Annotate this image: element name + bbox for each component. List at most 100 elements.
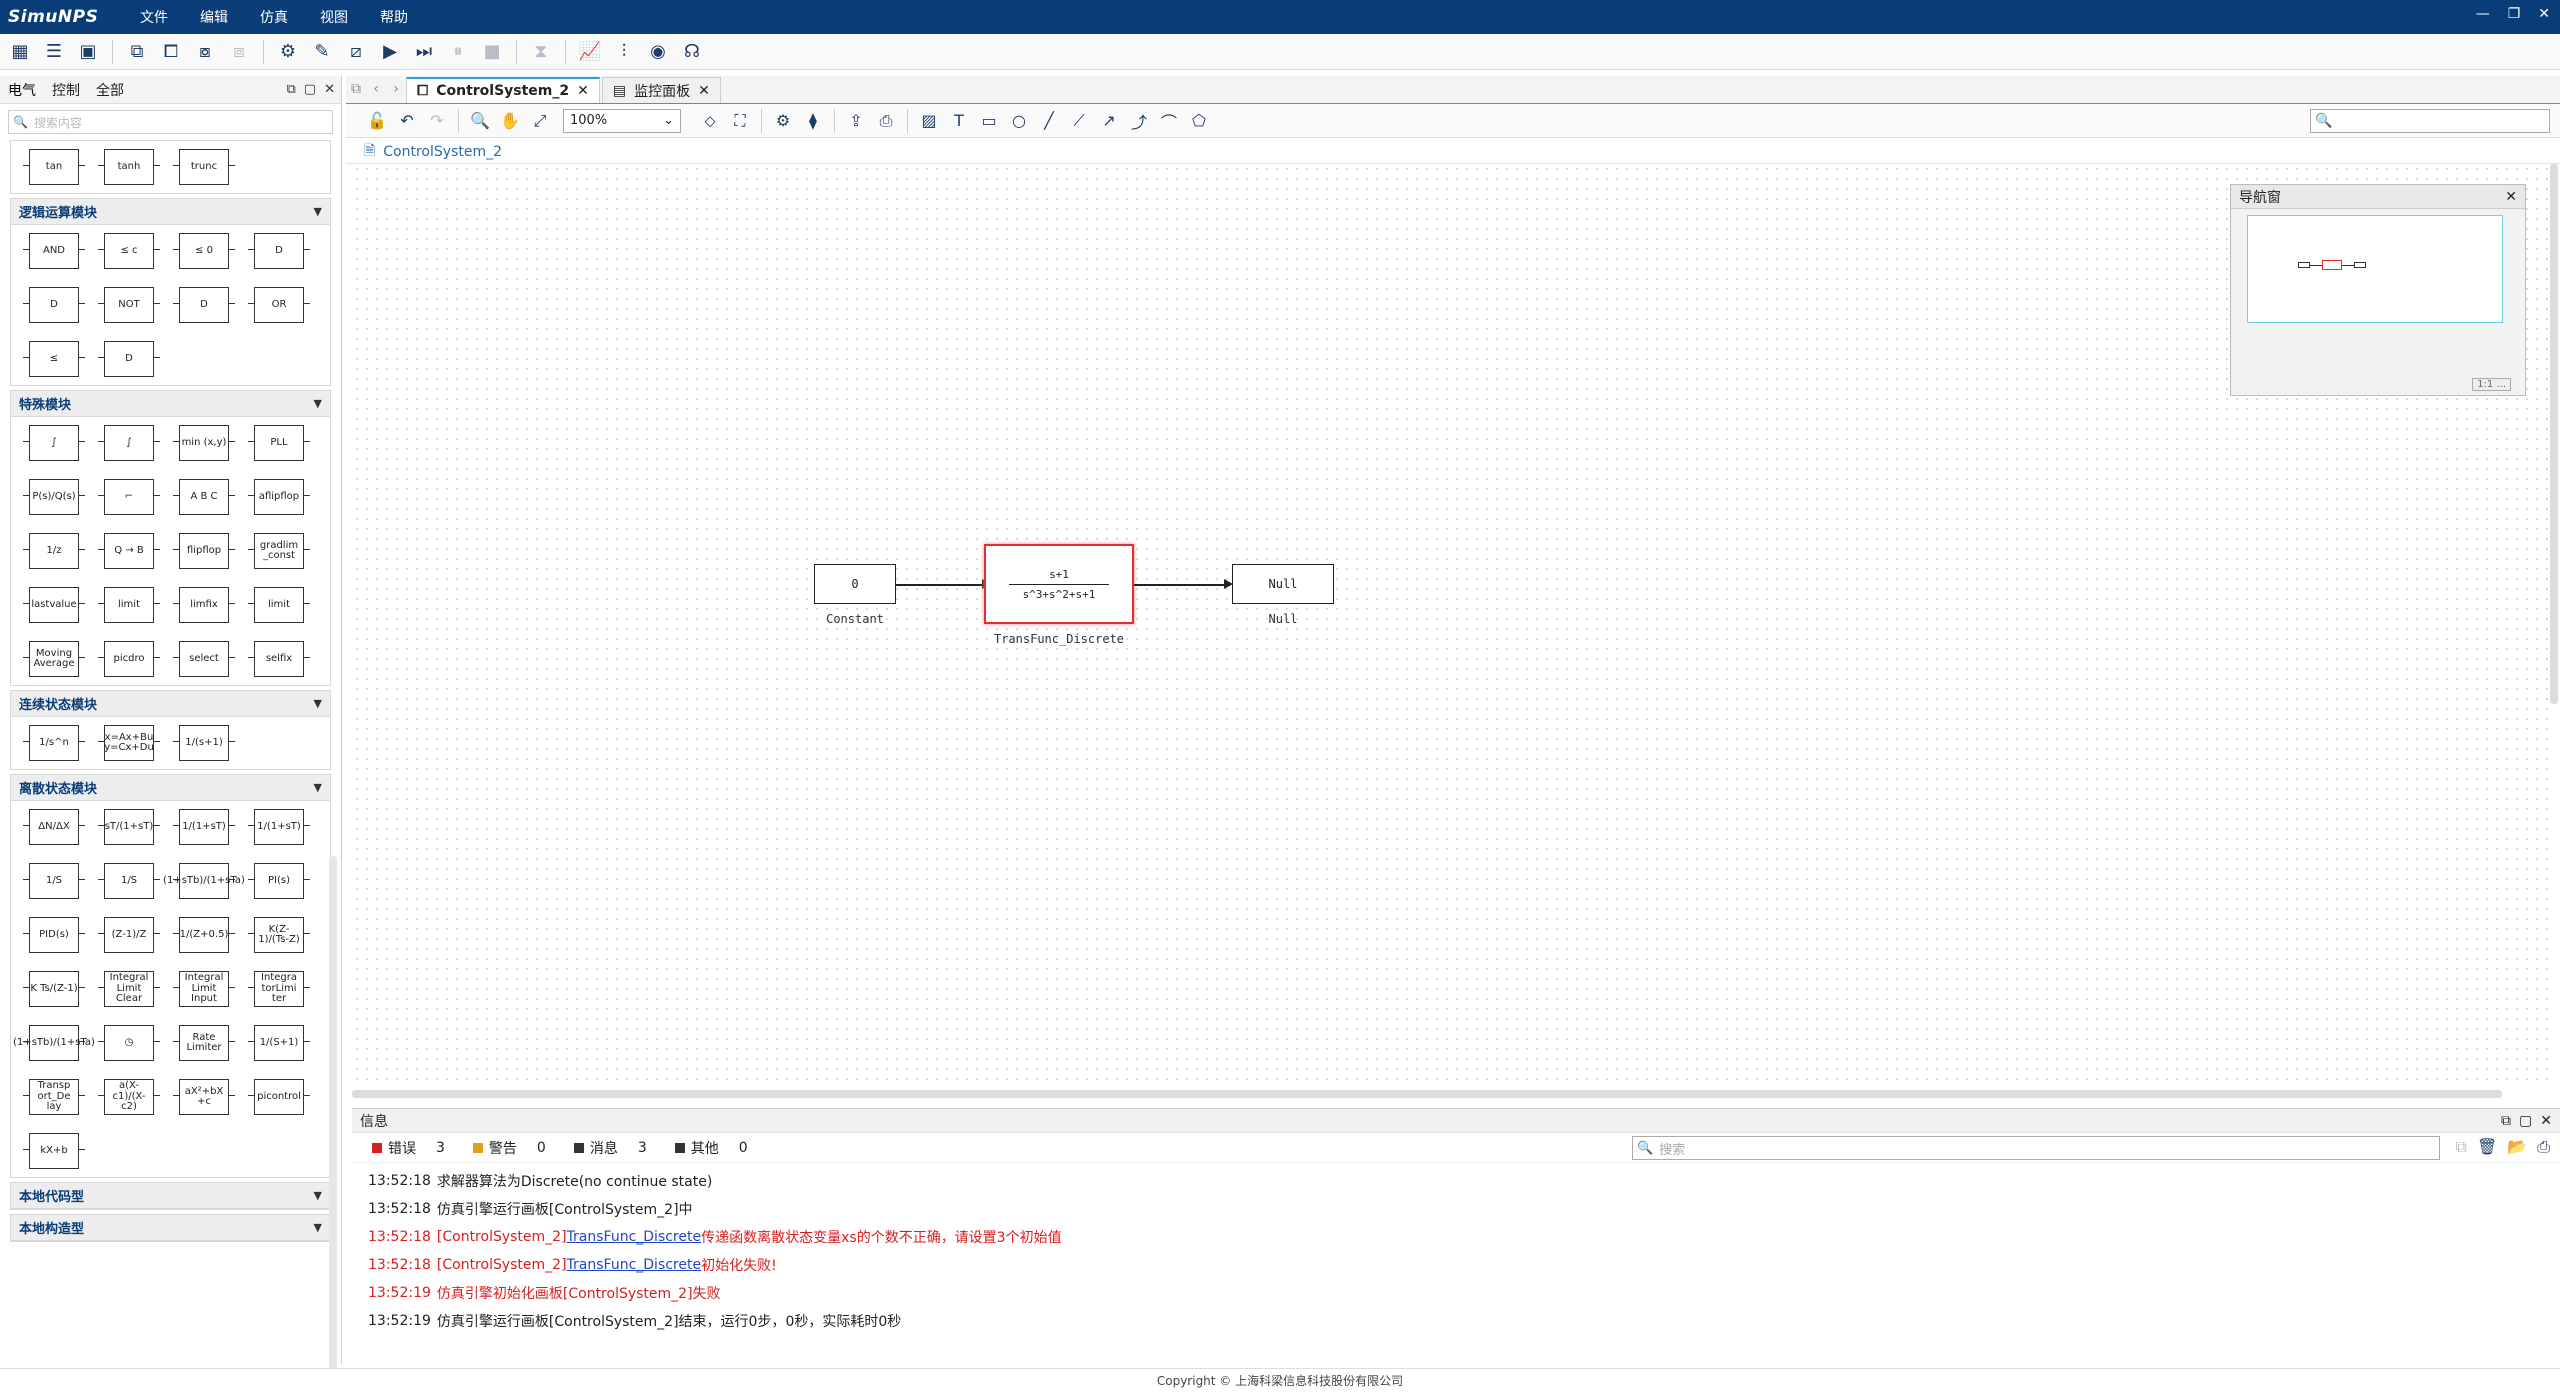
collapse-caret-icon[interactable]: ▼: [314, 397, 322, 410]
zoom-select[interactable]: 100% ⌄: [563, 108, 681, 133]
list-icon[interactable]: ☰: [40, 38, 68, 66]
chevron-right-icon[interactable]: ›: [386, 81, 406, 97]
tab-monitor-panel[interactable]: ▤ 监控面板 ✕: [601, 77, 721, 103]
section-header[interactable]: 逻辑运算模块 ▼: [11, 199, 330, 225]
pause-icon[interactable]: ⏸: [444, 38, 472, 66]
float-panel-icon[interactable]: ⧉: [287, 82, 296, 97]
trash-icon[interactable]: 🗑: [2477, 1137, 2497, 1157]
library-block[interactable]: ⌐: [98, 479, 160, 515]
library-block[interactable]: limit: [98, 587, 160, 623]
close-icon[interactable]: ✕: [698, 83, 710, 99]
library-block[interactable]: D: [23, 287, 85, 323]
library-block[interactable]: limit: [248, 587, 310, 623]
library-block[interactable]: Integral Limit Clear: [98, 971, 160, 1007]
stop-icon[interactable]: ■: [478, 38, 506, 66]
library-block[interactable]: 1/(1+sT): [248, 809, 310, 845]
print-icon[interactable]: ⎙: [873, 108, 899, 134]
library-block[interactable]: picdro: [98, 641, 160, 677]
library-block[interactable]: 1/z: [23, 533, 85, 569]
section-local-code[interactable]: 本地代码型 ▼: [10, 1182, 331, 1210]
library-block[interactable]: D: [248, 233, 310, 269]
library-block[interactable]: tanh: [98, 149, 160, 185]
compile-icon[interactable]: ⧄: [342, 38, 370, 66]
navigator-viewport[interactable]: [2247, 215, 2503, 323]
menu-view[interactable]: 视图: [310, 7, 358, 27]
parameter-icon[interactable]: ⫶: [610, 38, 638, 66]
section-local-construct[interactable]: 本地构造型 ▼: [10, 1214, 331, 1242]
library-block[interactable]: trunc: [173, 149, 235, 185]
filter-others[interactable]: 其他 0: [674, 1138, 748, 1158]
tab-control[interactable]: 控制: [44, 80, 88, 100]
library-block[interactable]: x=Ax+Bu y=Cx+Du: [98, 725, 160, 761]
panel-icon[interactable]: ▣: [74, 38, 102, 66]
library-block[interactable]: kX+b: [23, 1133, 85, 1169]
circle-icon[interactable]: ○: [1006, 108, 1032, 134]
library-block[interactable]: sT/(1+sT): [98, 809, 160, 845]
maximize-panel-icon[interactable]: ▢: [304, 82, 316, 97]
expand-caret-icon[interactable]: ▼: [314, 1189, 322, 1202]
network-icon[interactable]: ⧗: [527, 38, 555, 66]
library-block[interactable]: NOT: [98, 287, 160, 323]
print-icon[interactable]: ⎙: [2537, 1137, 2550, 1157]
connection-wire[interactable]: [896, 584, 988, 586]
line-icon[interactable]: ╱: [1036, 108, 1062, 134]
arrow-icon[interactable]: ↗: [1096, 108, 1122, 134]
library-block[interactable]: flipflop: [173, 533, 235, 569]
tab-electrical[interactable]: 电气: [0, 80, 44, 100]
arc-icon[interactable]: ⌒: [1156, 108, 1182, 134]
maximize-panel-icon[interactable]: ▢: [2519, 1113, 2532, 1129]
library-block[interactable]: min (x,y): [173, 425, 235, 461]
diagram-canvas[interactable]: 0 Constant s+1 s^3+s^2+s+1 TransFunc_Dis…: [352, 164, 2552, 1088]
library-block[interactable]: 1/(S+1): [248, 1025, 310, 1061]
library-block[interactable]: PI(s): [248, 863, 310, 899]
minimize-button[interactable]: —: [2476, 6, 2490, 22]
export-icon[interactable]: ⇪: [843, 108, 869, 134]
close-window-button[interactable]: ✕: [2538, 6, 2550, 22]
library-block[interactable]: Transp ort_De lay: [23, 1079, 85, 1115]
library-block[interactable]: ∫: [98, 425, 160, 461]
library-block[interactable]: (Z-1)/Z: [98, 917, 160, 953]
copy-icon[interactable]: ⧉: [123, 38, 151, 66]
library-block[interactable]: PLL: [248, 425, 310, 461]
library-block[interactable]: Integra torLimi ter: [248, 971, 310, 1007]
undo-icon[interactable]: ↶: [394, 108, 420, 134]
log-block-link[interactable]: TransFunc_Discrete: [567, 1229, 702, 1245]
gear-icon[interactable]: ⚙: [274, 38, 302, 66]
float-panel-icon[interactable]: ⧉: [2501, 1113, 2511, 1129]
filter-errors[interactable]: 错误 3: [372, 1138, 445, 1158]
library-block[interactable]: ◷: [98, 1025, 160, 1061]
curved-arrow-icon[interactable]: ⤴: [1126, 108, 1152, 134]
frame-icon[interactable]: ⛶: [727, 108, 753, 134]
chart-icon[interactable]: 📈: [576, 38, 604, 66]
library-block[interactable]: ΔN/ΔX: [23, 809, 85, 845]
constant-block[interactable]: 0: [814, 564, 896, 604]
section-header[interactable]: 本地代码型 ▼: [11, 1183, 330, 1209]
library-block[interactable]: 1/(1+sT): [173, 809, 235, 845]
disabled-tool-icon[interactable]: ⧈: [225, 38, 253, 66]
info-search-input[interactable]: 🔍 搜索: [1632, 1136, 2440, 1160]
grid-icon[interactable]: ▦: [6, 38, 34, 66]
section-header[interactable]: 连续状态模块 ▼: [11, 691, 330, 717]
library-block[interactable]: (1+sTb)/(1+sTa): [13, 1025, 95, 1061]
library-block[interactable]: OR: [248, 287, 310, 323]
monitor-icon[interactable]: ◉: [644, 38, 672, 66]
text-icon[interactable]: T: [946, 108, 972, 134]
library-block[interactable]: Rate Limiter: [173, 1025, 235, 1061]
board-icon[interactable]: ⧠: [157, 38, 185, 66]
pentagon-icon[interactable]: ⬠: [1186, 108, 1212, 134]
library-block[interactable]: selfix: [248, 641, 310, 677]
log-block-link[interactable]: TransFunc_Discrete: [567, 1257, 702, 1273]
library-block[interactable]: ≤ c: [98, 233, 160, 269]
library-block[interactable]: aflipflop: [248, 479, 310, 515]
headset-icon[interactable]: ☊: [678, 38, 706, 66]
step-icon[interactable]: ⏭: [410, 38, 438, 66]
library-block[interactable]: (1+sTb)/(1+sTa): [163, 863, 245, 899]
menu-file[interactable]: 文件: [130, 7, 178, 27]
library-block[interactable]: Integral Limit Input: [173, 971, 235, 1007]
library-block[interactable]: tan: [23, 149, 85, 185]
collapse-caret-icon[interactable]: ▼: [314, 205, 322, 218]
library-block[interactable]: ≤: [23, 341, 85, 377]
menu-help[interactable]: 帮助: [370, 7, 418, 27]
polyline-icon[interactable]: ⟋: [1066, 108, 1092, 134]
layers-icon[interactable]: ⧫: [800, 108, 826, 134]
